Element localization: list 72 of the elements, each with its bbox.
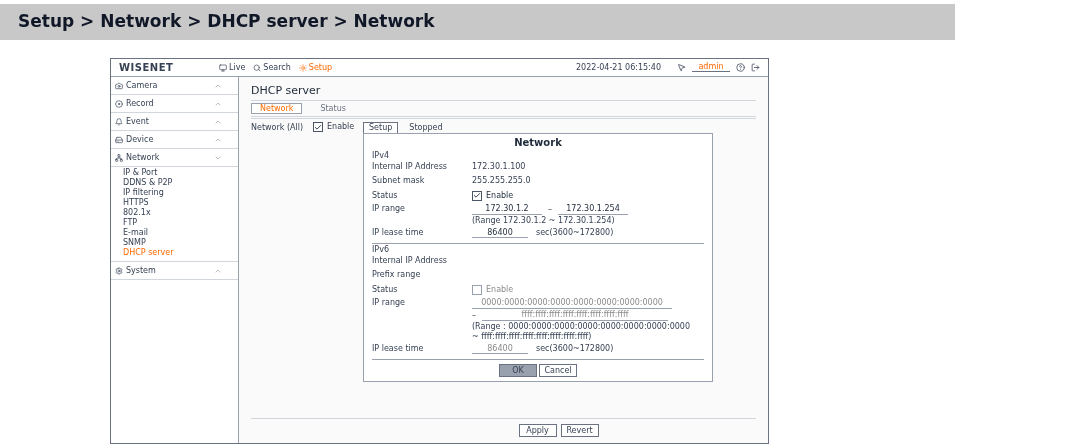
section-heading: IPv6 xyxy=(372,246,390,254)
field-label: Subnet mask xyxy=(372,177,426,185)
sidebar-subitem[interactable]: 802.1x xyxy=(123,209,238,219)
camera-icon xyxy=(115,81,123,90)
range-end-field[interactable]: 172.30.1.254 xyxy=(558,205,628,215)
dialog-title: Network xyxy=(514,138,562,148)
dialog-button[interactable]: Cancel xyxy=(539,364,577,377)
sidebar-subitem[interactable]: DDNS & P2P xyxy=(123,179,238,189)
sidebar-subitem[interactable]: E-mail xyxy=(123,229,238,239)
sidebar-item[interactable]: Record xyxy=(111,95,238,113)
nav-tab[interactable]: Live xyxy=(219,63,246,72)
sidebar-subitem[interactable]: IP filtering xyxy=(123,189,238,199)
field-value: 255.255.255.0 xyxy=(472,177,531,185)
settings-icon xyxy=(115,266,123,275)
lease-time-field[interactable]: 86400 xyxy=(472,228,528,238)
sidebar-subitem[interactable]: SNMP xyxy=(123,239,238,249)
checkbox-label: Enable xyxy=(486,285,514,294)
breadcrumb: Setup > Network > DHCP server > Network xyxy=(18,10,435,34)
monitor-icon xyxy=(219,63,227,72)
logout-icon xyxy=(751,63,760,72)
footer-button[interactable]: Apply xyxy=(518,424,557,437)
help-icon xyxy=(736,63,745,72)
sidebar-subitem[interactable]: IP & Port xyxy=(123,169,238,179)
sidebar-item[interactable]: Camera xyxy=(111,77,238,95)
field-label: Status xyxy=(372,285,399,294)
field-label: IP lease time xyxy=(372,345,425,353)
range-start-field: 0000:0000:0000:0000:0000:0000:0000:0000 xyxy=(472,299,672,309)
sidebar-item[interactable]: System xyxy=(111,262,238,280)
field-label: Status xyxy=(372,191,399,200)
range-start-field[interactable]: 172.30.1.2 xyxy=(472,205,542,215)
sidebar-item[interactable]: Network xyxy=(111,149,238,167)
checkbox-label: Enable xyxy=(486,191,514,200)
dialog-button[interactable]: OK xyxy=(499,364,537,377)
section-heading: IPv4 xyxy=(372,152,390,160)
lease-unit: sec(3600~172800) xyxy=(536,345,614,353)
range-separator: – xyxy=(472,312,476,320)
sidebar-item[interactable]: Event xyxy=(111,113,238,131)
range-end-field: ffff:ffff:ffff:ffff:ffff:ffff:ffff:ffff xyxy=(482,311,668,321)
field-label: IP lease time xyxy=(372,229,425,237)
nav-tab[interactable]: Search xyxy=(253,63,291,72)
field-label: Internal IP Address xyxy=(372,257,448,265)
bell-icon xyxy=(115,117,123,126)
date-time: 2022-04-21 06:15:40 xyxy=(576,63,661,72)
tab[interactable]: Stopped xyxy=(404,122,448,133)
field-label: Internal IP Address xyxy=(372,163,448,171)
drive-icon xyxy=(115,135,123,144)
footer-button[interactable]: Revert xyxy=(560,424,599,437)
network-label: Network (All) xyxy=(251,124,305,134)
range-note: (Range 172.30.1.2 ~ 172.30.1.254) xyxy=(472,217,616,225)
sidebar-item[interactable]: Device xyxy=(111,131,238,149)
sidebar-subitem[interactable]: FTP xyxy=(123,219,238,229)
range-note: ~ ffff:ffff:ffff:ffff:ffff:ffff:ffff:ffff) xyxy=(472,333,593,341)
checkbox[interactable] xyxy=(472,190,482,201)
field-label: Prefix range xyxy=(372,271,422,279)
search-icon xyxy=(253,63,262,72)
sun-icon xyxy=(298,63,307,72)
field-value: 172.30.1.100 xyxy=(472,163,526,171)
range-note: (Range : 0000:0000:0000:0000:0000:0000:0000:0000 xyxy=(472,323,690,331)
lease-time-field: 86400 xyxy=(472,344,528,354)
page-title: DHCP server xyxy=(251,85,322,96)
sidebar-subitem[interactable]: HTTPS xyxy=(123,199,238,209)
checkbox[interactable] xyxy=(313,122,323,132)
tab[interactable]: Status xyxy=(312,103,354,114)
range-separator: – xyxy=(548,206,552,214)
network-icon xyxy=(115,153,123,162)
lease-unit: sec(3600~172800) xyxy=(536,229,614,237)
checkbox-label: Enable xyxy=(327,123,355,131)
logo: WISENET xyxy=(119,62,175,73)
field-label: IP range xyxy=(372,299,406,307)
field-label: IP range xyxy=(372,205,406,213)
disc-icon xyxy=(115,99,123,108)
cursor-icon xyxy=(677,63,686,72)
